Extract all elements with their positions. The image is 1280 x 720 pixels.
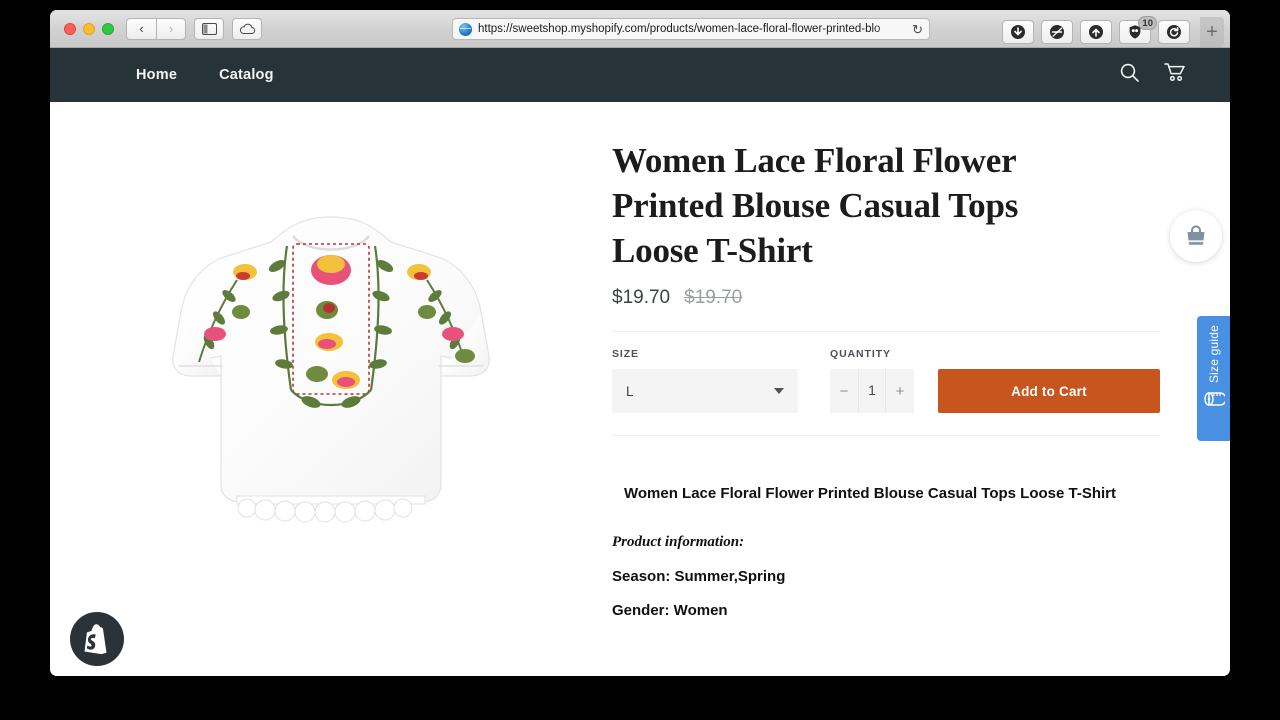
refresh-extension-icon[interactable] bbox=[1158, 20, 1190, 44]
window-controls bbox=[56, 23, 126, 35]
ruler-icon bbox=[1203, 390, 1225, 413]
download-extension-icon[interactable] bbox=[1002, 20, 1034, 44]
size-select-value: L bbox=[612, 369, 798, 413]
extensions-tray: 10 + bbox=[1002, 17, 1224, 47]
shopify-bag-glyph bbox=[82, 623, 112, 655]
adblock-extension-icon[interactable] bbox=[1041, 20, 1073, 44]
shopping-bag-icon[interactable] bbox=[1170, 210, 1222, 262]
shopify-logo-icon[interactable] bbox=[70, 612, 124, 666]
url-text: https://sweetshop.myshopify.com/products… bbox=[478, 23, 907, 35]
sidebar-icon[interactable] bbox=[194, 18, 224, 40]
address-bar[interactable]: https://sweetshop.myshopify.com/products… bbox=[452, 18, 930, 40]
description-line-season: Season: Summer,Spring bbox=[612, 568, 1128, 585]
forward-button[interactable]: › bbox=[156, 18, 186, 40]
search-icon[interactable] bbox=[1119, 62, 1140, 88]
sidebar-glyph bbox=[202, 23, 217, 35]
quantity-stepper: − 1 + bbox=[830, 369, 914, 413]
cart-glyph bbox=[1164, 62, 1188, 83]
adblock-glyph bbox=[1049, 24, 1065, 40]
quantity-decrease-button[interactable]: − bbox=[830, 369, 858, 413]
site-navigation: Home Catalog bbox=[50, 48, 1230, 102]
ruler-glyph bbox=[1203, 390, 1225, 408]
divider-top bbox=[612, 331, 1160, 332]
product-image[interactable] bbox=[141, 184, 521, 544]
browser-toolbar: ‹ › https://sweetshop.myshopify.com/prod… bbox=[50, 10, 1230, 48]
cart-icon[interactable] bbox=[1164, 62, 1188, 88]
size-label: SIZE bbox=[612, 348, 798, 360]
navigation-buttons: ‹ › bbox=[126, 18, 186, 40]
price-row: $19.70 $19.70 bbox=[612, 287, 1160, 309]
browser-window: ‹ › https://sweetshop.myshopify.com/prod… bbox=[50, 10, 1230, 676]
nav-link-catalog[interactable]: Catalog bbox=[211, 61, 282, 89]
size-field: SIZE L bbox=[612, 348, 798, 413]
add-to-cart-button[interactable]: Add to Cart bbox=[938, 369, 1160, 413]
chevron-down-icon bbox=[774, 388, 784, 394]
product-compare-price: $19.70 bbox=[684, 287, 742, 309]
shield-extension-badge: 10 bbox=[1138, 16, 1157, 30]
maximize-window-button[interactable] bbox=[102, 23, 114, 35]
shield-extension-icon[interactable]: 10 bbox=[1119, 20, 1151, 44]
download-glyph bbox=[1010, 24, 1026, 40]
icloud-tabs-icon[interactable] bbox=[232, 18, 262, 40]
upload-glyph bbox=[1088, 24, 1104, 40]
nav-links: Home Catalog bbox=[128, 61, 282, 89]
product-options: SIZE L QUANTITY − 1 + Add to Cart bbox=[612, 348, 1160, 413]
cloud-glyph bbox=[239, 23, 256, 35]
upload-extension-icon[interactable] bbox=[1080, 20, 1112, 44]
product-info: Women Lace Floral Flower Printed Blouse … bbox=[612, 102, 1230, 676]
description-heading: Women Lace Floral Flower Printed Blouse … bbox=[612, 470, 1128, 518]
product-description: Women Lace Floral Flower Printed Blouse … bbox=[612, 470, 1128, 619]
size-guide-tab[interactable]: Size guide bbox=[1197, 316, 1230, 441]
close-window-button[interactable] bbox=[64, 23, 76, 35]
quantity-field: QUANTITY − 1 + bbox=[830, 348, 914, 413]
nav-link-home[interactable]: Home bbox=[128, 61, 185, 89]
nav-icons bbox=[1119, 62, 1188, 88]
refresh-glyph bbox=[1166, 24, 1182, 40]
page-title: Women Lace Floral Flower Printed Blouse … bbox=[612, 138, 1052, 273]
divider-bottom bbox=[612, 435, 1160, 436]
description-line-gender: Gender: Women bbox=[612, 602, 1128, 619]
size-guide-label: Size guide bbox=[1207, 325, 1221, 383]
quantity-input[interactable]: 1 bbox=[858, 369, 886, 413]
product-information-label: Product information: bbox=[612, 534, 1128, 551]
search-glyph bbox=[1119, 62, 1140, 83]
quantity-increase-button[interactable]: + bbox=[886, 369, 914, 413]
size-select[interactable]: L bbox=[612, 369, 798, 413]
bag-glyph bbox=[1183, 223, 1209, 249]
product-gallery bbox=[50, 102, 612, 676]
back-button[interactable]: ‹ bbox=[126, 18, 156, 40]
quantity-label: QUANTITY bbox=[830, 348, 914, 360]
reload-icon[interactable]: ↻ bbox=[912, 23, 923, 36]
product-price: $19.70 bbox=[612, 287, 670, 309]
site-favicon-icon bbox=[459, 23, 472, 36]
minimize-window-button[interactable] bbox=[83, 23, 95, 35]
product-page: Women Lace Floral Flower Printed Blouse … bbox=[50, 102, 1230, 676]
new-tab-button[interactable]: + bbox=[1200, 17, 1224, 47]
